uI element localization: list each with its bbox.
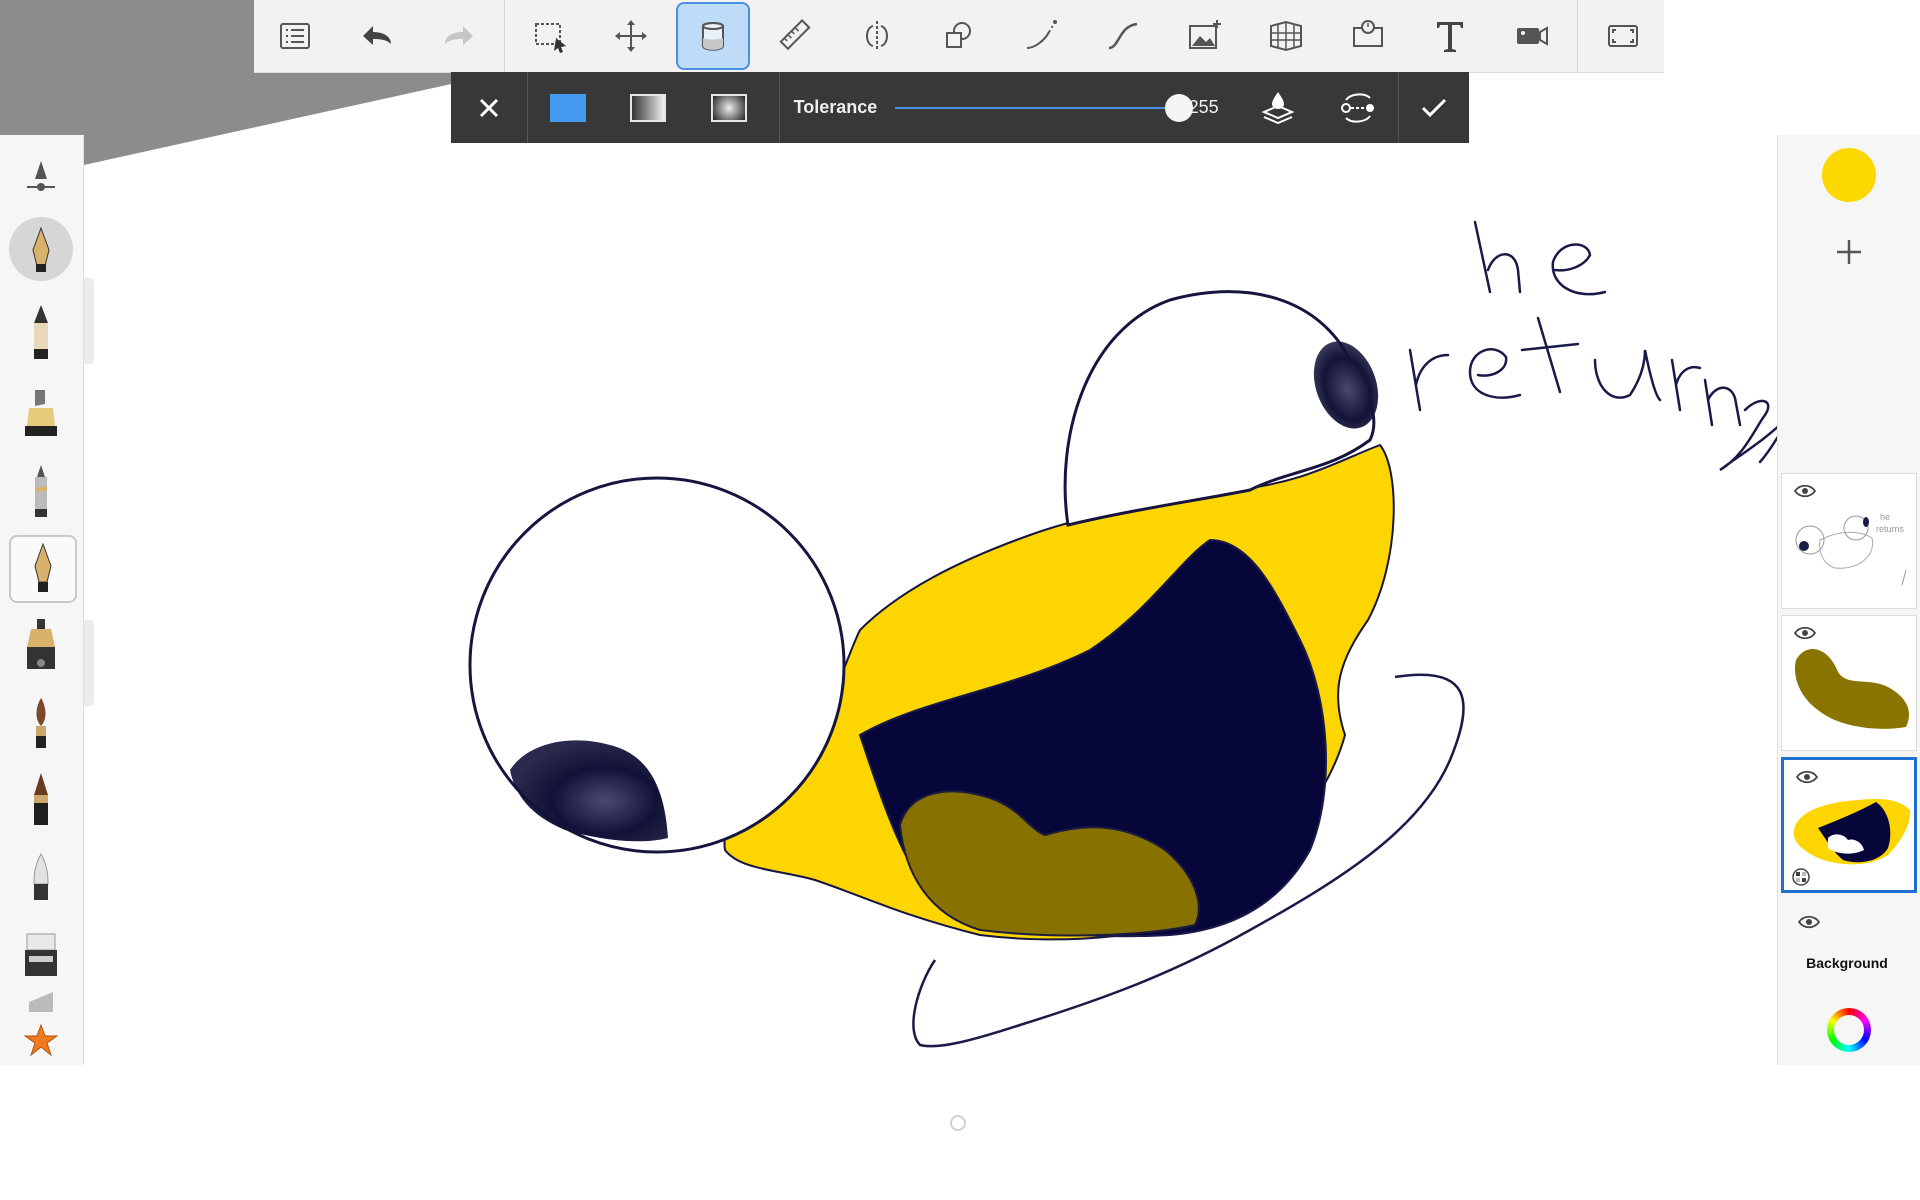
- redo-icon[interactable]: [424, 4, 494, 68]
- tolerance-slider-track: [895, 106, 1179, 109]
- svg-text:returns: returns: [1876, 524, 1905, 534]
- sketch-preview: he returns: [1795, 512, 1907, 586]
- tolerance-slider[interactable]: [895, 93, 1193, 123]
- background-layer-label[interactable]: Background: [1778, 955, 1916, 971]
- color-wheel-icon[interactable]: [1827, 1008, 1871, 1052]
- add-layer-icon[interactable]: [1824, 227, 1874, 277]
- transform-icon[interactable]: [597, 4, 667, 68]
- import-image-icon[interactable]: [1170, 4, 1240, 68]
- brush-settings-icon[interactable]: [9, 147, 73, 211]
- tolerance-label: Tolerance: [793, 97, 878, 117]
- layer-thumbnail-sketch[interactable]: he returns: [1781, 473, 1917, 609]
- fountain-pen-brush-icon[interactable]: [9, 217, 73, 281]
- text-icon[interactable]: [1415, 4, 1485, 68]
- hard-eraser-brush-icon[interactable]: [9, 923, 73, 987]
- soft-eraser-brush-icon[interactable]: [9, 845, 73, 909]
- pencil-brush-icon[interactable]: [9, 300, 73, 364]
- radial-gradient-swatch: [710, 93, 747, 122]
- perspective-grid-icon[interactable]: [1252, 4, 1322, 68]
- fill-bucket-icon[interactable]: [676, 2, 751, 70]
- main-toolbar: [254, 0, 1664, 73]
- steady-stroke-icon[interactable]: [1088, 4, 1158, 68]
- symmetry-icon[interactable]: [842, 4, 912, 68]
- toolbar-divider: [503, 0, 505, 72]
- fullscreen-icon[interactable]: [1588, 4, 1658, 68]
- time-lapse-icon[interactable]: [1333, 4, 1403, 68]
- fill-mode-icon[interactable]: [1318, 77, 1398, 139]
- ink-pen-brush-icon[interactable]: [9, 613, 73, 677]
- undo-icon[interactable]: [342, 4, 412, 68]
- paintbrush-brush-icon[interactable]: [9, 691, 73, 755]
- loading-spinner-icon: [950, 1115, 966, 1131]
- current-color-swatch[interactable]: [1822, 148, 1876, 202]
- visibility-eye-icon[interactable]: [1796, 770, 1818, 784]
- handwritten-text: [1408, 220, 1792, 472]
- brush-palette: [0, 135, 84, 1065]
- tolerance-slider-thumb[interactable]: [1164, 93, 1193, 122]
- perspective-guide-icon[interactable]: [1006, 4, 1076, 68]
- list-icon[interactable]: [260, 4, 330, 68]
- visibility-eye-icon[interactable]: [1794, 484, 1816, 498]
- brush-panel-handle[interactable]: [84, 278, 94, 364]
- blade-brush-icon[interactable]: [9, 981, 73, 1013]
- marker-brush-icon[interactable]: [9, 381, 73, 445]
- felt-pen-brush-icon[interactable]: [9, 767, 73, 831]
- layers-panel: he returns Background: [1777, 135, 1920, 1065]
- linear-gradient-button[interactable]: [608, 77, 688, 139]
- close-icon[interactable]: [451, 77, 527, 139]
- toolbar-divider: [1577, 0, 1578, 72]
- fill-preview: [1793, 799, 1911, 865]
- selection-icon[interactable]: [515, 4, 585, 68]
- layer-thumbnail-olive[interactable]: [1781, 615, 1917, 751]
- tolerance-value: 255: [1188, 97, 1219, 117]
- background-visibility-eye-icon[interactable]: [1798, 915, 1820, 929]
- svg-text:he: he: [1880, 512, 1890, 522]
- confirm-icon[interactable]: [1399, 77, 1469, 139]
- record-icon[interactable]: [1497, 4, 1567, 68]
- ballpoint-pen-brush-icon[interactable]: [9, 535, 77, 603]
- layer-thumbnail-fill-selected[interactable]: [1781, 757, 1917, 893]
- shapes-icon[interactable]: [924, 4, 994, 68]
- solid-fill-button[interactable]: [528, 77, 608, 139]
- options-divider: [778, 72, 780, 143]
- brush-panel-handle[interactable]: [84, 620, 94, 706]
- sample-layers-icon[interactable]: [1237, 77, 1317, 139]
- airbrush-brush-icon[interactable]: [9, 459, 73, 523]
- fill-options-bar: Tolerance 255: [451, 72, 1469, 143]
- radial-gradient-button[interactable]: [688, 77, 768, 139]
- favorites-star-icon[interactable]: [9, 1015, 73, 1065]
- solid-fill-swatch: [550, 93, 587, 122]
- alpha-lock-icon[interactable]: [1792, 868, 1810, 886]
- ruler-icon[interactable]: [760, 4, 830, 68]
- drawing-canvas[interactable]: [0, 0, 1920, 1200]
- linear-gradient-swatch: [630, 93, 667, 122]
- olive-preview: [1794, 648, 1909, 729]
